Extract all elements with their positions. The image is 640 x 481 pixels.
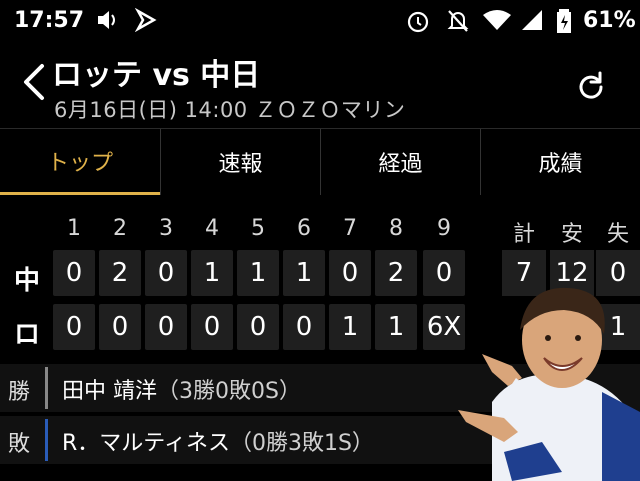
team-name-home: ロ [14,320,41,350]
inning-score: 0 [145,250,187,296]
refresh-icon[interactable] [574,70,608,104]
battery-percent: 61% [583,8,636,33]
inning-header: 3 [159,216,173,241]
losing-pitcher: R．マルティネス（0勝3敗1S） [62,425,374,457]
inning-score: 0 [191,304,233,350]
inning-score: 0 [283,304,325,350]
inning-score: 1 [237,250,279,296]
wifi-icon [483,10,511,30]
inning-score: 0 [53,250,95,296]
inning-header: 2 [113,216,127,241]
team-name-away: 中 [14,266,41,296]
win-color-bar [45,367,48,409]
losing-pitcher-record: （0勝3敗1S） [229,431,374,456]
status-bar: 17:57 61% [0,0,640,44]
inning-header: 8 [389,216,403,241]
inning-score: 0 [145,304,187,350]
inning-score: 2 [99,250,141,296]
total-header: 失 [606,222,629,247]
tab-top[interactable]: トップ [0,129,160,195]
game-header: ロッテ vs 中日 6月16日(日) 14:00 ＺＯＺＯマリン [0,44,640,126]
tab-progress[interactable]: 経過 [320,129,480,195]
inning-header: 4 [205,216,219,241]
match-date-venue: 6月16日(日) 14:00 ＺＯＺＯマリン [54,98,406,122]
inning-score: 1 [283,250,325,296]
inning-score: 0 [99,304,141,350]
player-photo [458,287,640,481]
inning-header: 5 [251,216,265,241]
volume-icon [98,11,115,29]
winning-pitcher: 田中 靖洋（3勝0敗0S） [62,373,301,405]
inning-score: 0 [53,304,95,350]
alarm-icon [407,11,429,33]
loss-label: 敗 [8,432,31,457]
winning-pitcher-name: 田中 靖洋 [62,379,157,404]
loss-color-bar [45,419,48,461]
inning-header: 7 [343,216,357,241]
inning-score: 0 [329,250,371,296]
inning-score: 1 [329,304,371,350]
winning-pitcher-record: （3勝0敗0S） [157,379,301,404]
inning-score: 1 [191,250,233,296]
status-time: 17:57 [14,8,85,33]
inning-score: 1 [375,304,417,350]
back-arrow-icon[interactable] [18,62,52,102]
tab-stats[interactable]: 成績 [480,129,640,195]
losing-pitcher-name: R．マルティネス [62,431,230,456]
inning-header: 1 [67,216,81,241]
match-title: ロッテ vs 中日 [52,58,261,93]
signal-icon [522,10,542,30]
inning-header: 6 [297,216,311,241]
app-notification-icon [134,8,157,32]
inning-score: 2 [375,250,417,296]
battery-icon [557,9,571,33]
inning-header: 9 [437,216,451,241]
total-header: 計 [512,222,535,247]
total-header: 安 [560,222,583,247]
win-label: 勝 [8,380,31,405]
tab-flash-report[interactable]: 速報 [160,129,320,195]
mute-bell-icon [447,10,469,32]
tab-bar: トップ 速報 経過 成績 [0,128,640,195]
inning-score: 0 [237,304,279,350]
